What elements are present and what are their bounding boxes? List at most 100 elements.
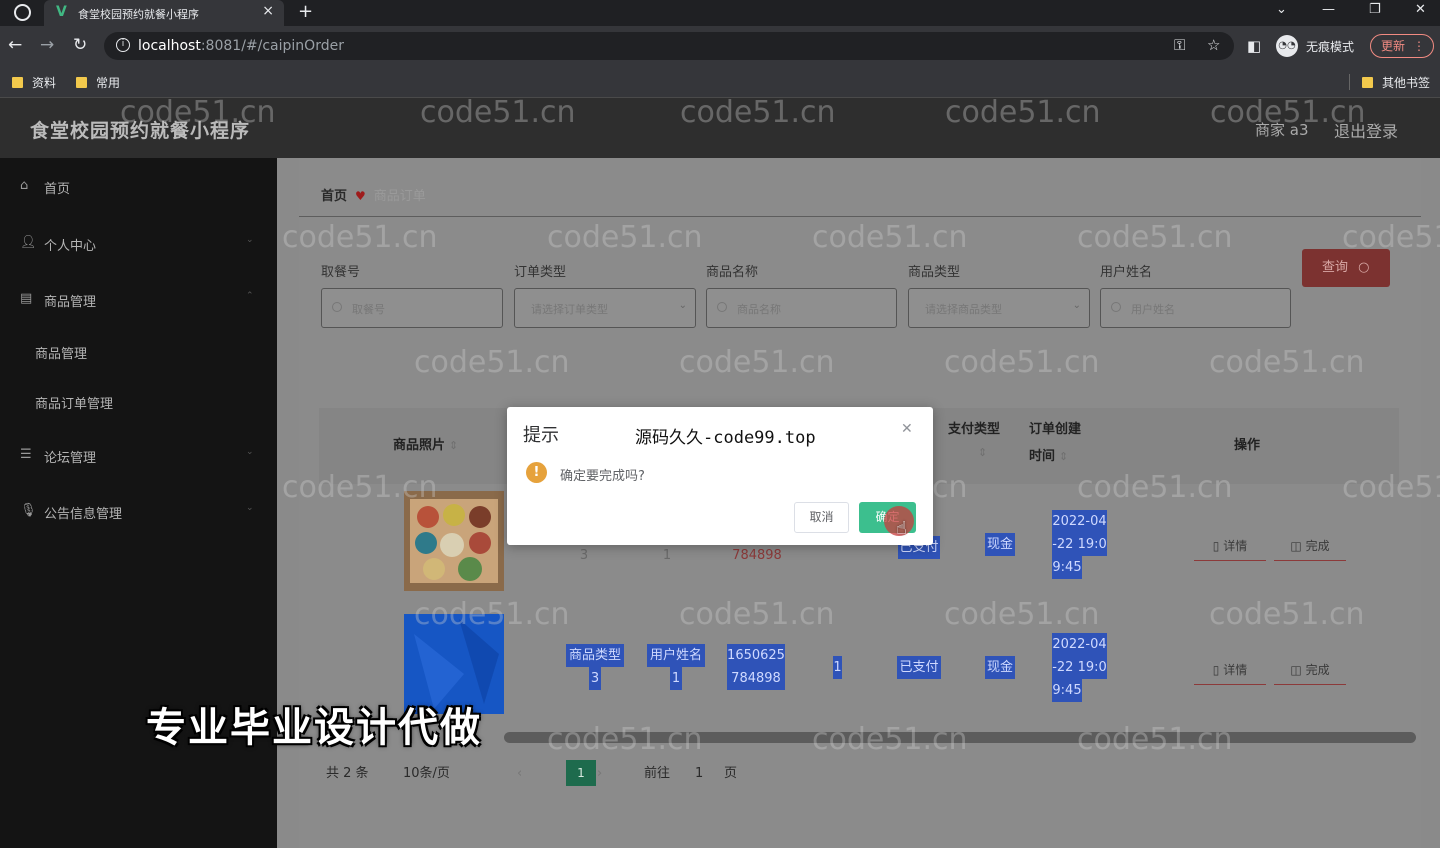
close-icon[interactable]: ✕ [901,421,913,437]
bookmarks-bar: 资料 常用 其他书签 [0,66,1440,98]
col-header-created-time[interactable]: 订单创建 [1029,416,1081,443]
chevron-up-icon: ⌃ [246,291,254,301]
sidebar-item-label: 首页 [44,182,71,197]
folder-icon [76,77,87,88]
sidebar-subitem-product-order[interactable]: 商品订单管理 [0,381,277,421]
sidebar-subitem-product[interactable]: 商品管理 [0,331,277,371]
site-info-icon[interactable]: i [116,38,130,52]
cell-created-time: 2022-04 [1052,510,1107,533]
cancel-button[interactable]: 取消 [794,502,849,533]
detail-button[interactable]: ▯ 详情 [1194,537,1266,561]
app-title: 食堂校园预约就餐小程序 [30,120,251,142]
breadcrumb: 首页 ♥ 商品订单 [321,185,426,204]
update-label: 更新 [1381,39,1406,53]
tab-close-icon[interactable]: × [262,3,274,19]
sidebar-item-forum[interactable]: ☰ 论坛管理 ⌄ [0,435,277,475]
cell-user-name: 1 [662,548,672,563]
detail-button[interactable]: ▯ 详情 [1194,661,1266,685]
more-menu-icon: ⋮ [1413,39,1425,53]
sidebar-item-product-management[interactable]: ▤ 商品管理 ⌃ [0,279,277,319]
incognito-indicator[interactable]: ◔◔ 无痕模式 [1276,34,1364,58]
search-icon [1111,302,1121,312]
next-page-icon[interactable]: › [597,760,602,788]
url-text: localhost:8081/#/caipinOrder [138,38,344,54]
sidebar-item-label: 商品管理 [35,347,88,362]
product-name-input[interactable]: 商品名称 [706,288,897,328]
page-number-current[interactable]: 1 [566,760,596,786]
minimize-icon[interactable]: — [1322,2,1335,17]
chat-icon: ▤ [20,291,33,306]
sidebar-item-label: 个人中心 [44,239,97,254]
breadcrumb-current: 商品订单 [373,189,426,204]
app-header: 食堂校园预约就餐小程序 商家 a3 退出登录 [0,98,1440,158]
product-type-select[interactable]: 请选择商品类型 ⌄ [908,288,1090,328]
bookmark-folder-2[interactable]: 常用 [76,74,120,91]
tab-title: 食堂校园预约就餐小程序 [78,8,199,21]
pagination-goto-prefix: 前往 [644,766,671,781]
browser-tab[interactable]: V 食堂校园预约就餐小程序 × [44,0,284,26]
chevron-down-icon: ⌄ [1072,300,1081,311]
cell-order-no: 784898 [727,667,785,690]
chevron-down-icon: ⌄ [246,447,254,457]
pickup-no-input[interactable]: 取餐号 [321,288,503,328]
filter-label-product-type: 商品类型 [908,265,961,280]
finish-icon: ◫ [1290,663,1306,677]
filter-label-user-name: 用户姓名 [1100,265,1153,280]
pagination-goto-suffix: 页 [724,766,738,781]
product-photo[interactable] [404,491,504,591]
url-field[interactable]: i localhost:8081/#/caipinOrder ⚿ ☆ [104,32,1234,60]
order-type-select[interactable]: 请选择订单类型 ⌄ [514,288,696,328]
sidepanel-icon[interactable]: ◧ [1247,37,1261,55]
overlay-banner-text: 专业毕业设计代做 [146,705,482,751]
incognito-icon: ◔◔ [1276,35,1298,57]
logout-link[interactable]: 退出登录 [1334,118,1398,142]
input-placeholder: 商品名称 [737,303,781,316]
hand-cursor-icon: ☝ [896,518,907,539]
new-tab-button[interactable]: + [298,1,313,22]
filter-label-product-name: 商品名称 [706,265,759,280]
col-header-created-time-2: 时间 ⇕ [1029,449,1069,464]
search-button[interactable]: 查询 ○ [1302,249,1390,287]
sidebar-item-personal-center[interactable]: 👤︎ 个人中心 ⌄ [0,223,277,263]
pagination-page-size[interactable]: 10条/页 [403,760,450,788]
bookmark-folder-1[interactable]: 资料 [12,74,56,91]
back-icon[interactable]: ← [8,35,22,55]
table-horizontal-scrollbar[interactable] [504,732,1416,743]
breadcrumb-divider [299,216,1421,217]
input-placeholder: 取餐号 [352,303,385,316]
sidebar-item-home[interactable]: ⌂ 首页 [0,166,277,206]
star-icon[interactable]: ☆ [1207,36,1220,54]
sort-icon[interactable]: ⇕ [978,446,987,459]
forward-icon[interactable]: → [40,35,54,55]
address-bar: ← → ↻ i localhost:8081/#/caipinOrder ⚿ ☆… [0,26,1440,66]
update-button[interactable]: 更新 ⋮ [1370,34,1434,58]
finish-icon: ◫ [1290,539,1306,553]
prev-page-icon[interactable]: ‹ [517,760,522,788]
window-close-icon[interactable]: ✕ [1415,2,1426,17]
col-header-pay-type[interactable]: 支付类型 [948,416,1000,443]
breadcrumb-home[interactable]: 首页 [321,189,347,204]
document-icon: ▯ [1212,539,1224,553]
home-icon: ⌂ [20,178,29,193]
col-header-photo[interactable]: 商品照片 ⇕ [393,432,458,459]
finish-button[interactable]: ◫ 完成 [1274,537,1346,561]
list-icon: ☰ [20,447,32,462]
cell-order-no: 784898 [732,548,782,563]
sort-icon: ⇕ [449,439,459,452]
pagination-goto-input[interactable]: 1 [695,760,703,788]
cell-pay-type: 现金 [985,656,1015,679]
tab-search-chevron-icon[interactable]: ⌄ [1276,2,1287,17]
reload-icon[interactable]: ↻ [73,35,87,55]
cell-created-time: 2022-04 [1052,633,1107,656]
key-icon[interactable]: ⚿ [1174,36,1185,54]
cell-order-no: 1650625 [727,644,785,667]
filter-label-order-type: 订单类型 [514,265,567,280]
restore-icon[interactable]: ❐ [1369,2,1381,17]
col-header-actions: 操作 [1234,438,1261,453]
sidebar-item-notice[interactable]: 🎙︎ 公告信息管理 ⌄ [0,491,277,531]
document-icon: ▯ [1212,663,1224,677]
finish-button[interactable]: ◫ 完成 [1274,661,1346,685]
cell-product-type: 3 [579,548,589,563]
other-bookmarks[interactable]: 其他书签 [1362,74,1430,91]
user-name-input[interactable]: 用户姓名 [1100,288,1291,328]
